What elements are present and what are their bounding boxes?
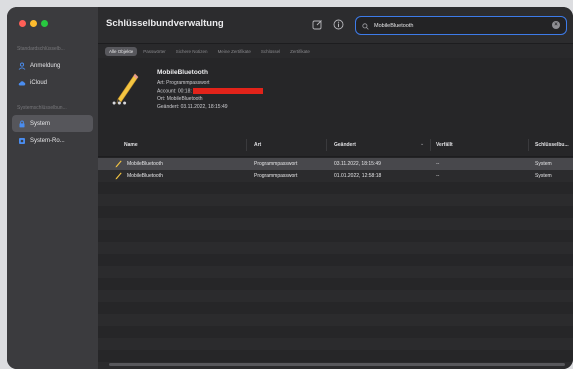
filter-passwords[interactable]: Passwörter	[139, 47, 170, 56]
column-header-keychain[interactable]: Schlüsselbu...	[535, 142, 569, 148]
password-dots-icon: ●●●	[112, 100, 128, 107]
compose-icon[interactable]	[312, 19, 323, 30]
sidebar-item-label: System-Ro...	[30, 137, 65, 144]
sidebar-item-system-roots[interactable]: System-Ro...	[12, 132, 93, 149]
filter-all-items[interactable]: Alle Objekte	[105, 46, 138, 56]
sidebar-item-system[interactable]: System	[12, 115, 93, 132]
item-detail-panel: ●●● MobileBluetooth Art: Programmpasswor…	[98, 58, 573, 133]
table-stripe	[98, 218, 573, 230]
cell-kind: Programmpasswort	[254, 173, 298, 179]
cell-name: MobileBluetooth	[127, 173, 163, 179]
redaction-bar	[192, 88, 263, 94]
detail-location: Ort: MobileBluetooth	[157, 96, 203, 102]
filter-my-certificates[interactable]: Meine Zertifikate	[214, 47, 255, 56]
table-stripe	[98, 326, 573, 338]
table-stripe	[98, 206, 573, 218]
column-divider[interactable]	[246, 139, 247, 151]
category-filter-bar: Alle Objekte Passwörter Sichere Notizen …	[98, 44, 573, 58]
table-stripe	[98, 278, 573, 290]
sidebar-section-system-keychains: Systemschlüsselbun...	[17, 105, 67, 111]
column-divider[interactable]	[528, 139, 529, 151]
detail-kind: Art: Programmpasswort	[157, 80, 210, 86]
cell-name: MobileBluetooth	[127, 161, 163, 167]
column-header-name[interactable]: Name	[124, 142, 138, 148]
filter-secure-notes[interactable]: Sichere Notizen	[172, 47, 212, 56]
cell-keychain: System	[535, 173, 552, 179]
sidebar: Standardschlüsselb... Anmeldung iCloud S…	[7, 7, 98, 369]
cell-modified: 01.01.2022, 12:58:18	[334, 173, 382, 179]
cell-keychain: System	[535, 161, 552, 167]
lock-icon	[18, 120, 26, 128]
table-row[interactable]: MobileBluetooth Programmpasswort 01.01.2…	[98, 170, 573, 182]
pencil-icon	[115, 172, 122, 180]
cell-expires: --	[436, 173, 440, 179]
sort-chevron-icon[interactable]: ⌄	[420, 141, 424, 147]
cloud-icon	[18, 79, 26, 87]
keychain-window: Standardschlüsselb... Anmeldung iCloud S…	[7, 7, 573, 369]
search-field[interactable]: MobileBluetooth ×	[355, 16, 567, 35]
filter-keys[interactable]: Schlüssel	[257, 47, 284, 56]
cell-kind: Programmpasswort	[254, 161, 298, 167]
close-window-button[interactable]	[19, 20, 26, 27]
column-header-expires[interactable]: Verfällt	[436, 142, 453, 148]
cell-modified: 03.11.2022, 18:15:49	[334, 161, 381, 167]
table-stripe	[98, 302, 573, 314]
table-stripe	[98, 254, 573, 266]
table-stripe	[98, 290, 573, 302]
table-stripe	[98, 314, 573, 326]
search-icon	[362, 17, 369, 35]
table-stripe	[98, 338, 573, 350]
table-row[interactable]: MobileBluetooth Programmpasswort 03.11.2…	[98, 158, 573, 170]
sidebar-item-anmeldung[interactable]: Anmeldung	[12, 57, 93, 74]
table-stripe	[98, 242, 573, 254]
info-icon[interactable]	[333, 19, 344, 30]
clear-search-icon[interactable]: ×	[552, 21, 560, 29]
window-title: Schlüsselbundverwaltung	[106, 18, 224, 29]
table-stripe	[98, 230, 573, 242]
items-table: MobileBluetooth Programmpasswort 03.11.2…	[98, 157, 573, 369]
sidebar-item-icloud[interactable]: iCloud	[12, 74, 93, 91]
detail-modified: Geändert: 03.11.2022, 18:15:49	[157, 104, 228, 110]
certificate-icon	[18, 137, 26, 145]
zoom-window-button[interactable]	[41, 20, 48, 27]
detail-account-text: Account: 00:18:	[157, 88, 192, 95]
person-icon	[18, 62, 26, 70]
sidebar-item-label: iCloud	[30, 79, 48, 86]
column-divider[interactable]	[326, 139, 327, 151]
column-header-kind[interactable]: Art	[254, 142, 261, 148]
cell-expires: --	[436, 161, 440, 167]
sidebar-section-default-keychains: Standardschlüsselb...	[17, 46, 65, 52]
column-divider[interactable]	[430, 139, 431, 151]
sidebar-item-label: Anmeldung	[30, 62, 61, 69]
table-stripe	[98, 182, 573, 194]
table-stripe	[98, 194, 573, 206]
minimize-window-button[interactable]	[30, 20, 37, 27]
table-stripe	[98, 266, 573, 278]
pencil-icon	[115, 160, 122, 168]
sidebar-item-label: System	[30, 120, 51, 127]
table-header: Name Art Geändert ⌄ Verfällt Schlüsselbu…	[98, 133, 573, 157]
toolbar: Schlüsselbundverwaltung MobileBluetooth …	[98, 7, 573, 44]
column-header-modified[interactable]: Geändert	[334, 142, 356, 148]
search-input[interactable]: MobileBluetooth	[374, 23, 413, 29]
table-stripe	[98, 350, 573, 362]
detail-account: Account: 00:18:	[157, 88, 263, 94]
detail-item-name: MobileBluetooth	[157, 69, 208, 76]
filter-certificates[interactable]: Zertifikate	[286, 47, 314, 56]
horizontal-scrollbar[interactable]	[109, 363, 565, 366]
